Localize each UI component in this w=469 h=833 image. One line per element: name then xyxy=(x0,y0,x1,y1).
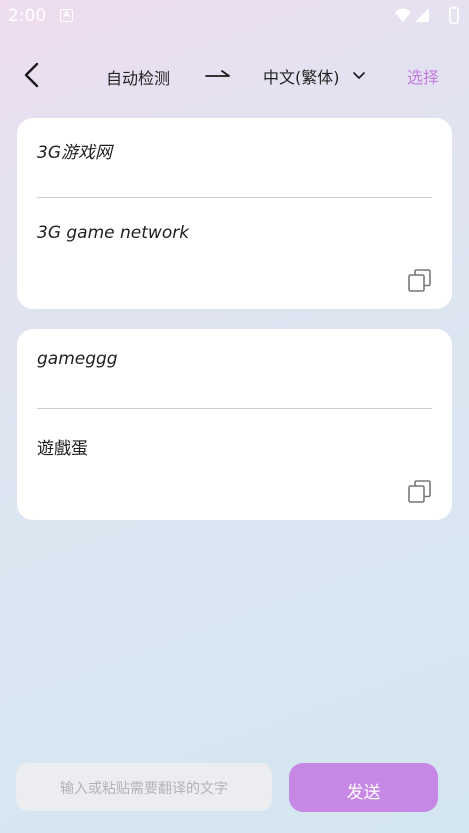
divider xyxy=(37,197,432,198)
source-text: 3G游戏网 xyxy=(37,143,112,163)
translation-text: 3G game network xyxy=(37,223,190,243)
status-bar: 2:00 A xyxy=(0,0,469,32)
divider xyxy=(37,408,432,409)
target-language-dropdown[interactable]: 中文(繁体) xyxy=(263,64,365,87)
right-arrow-icon xyxy=(205,70,230,77)
wifi-icon xyxy=(395,8,411,22)
send-button[interactable]: 发送 xyxy=(289,763,438,812)
battery-icon xyxy=(449,7,459,24)
notification-icon: A xyxy=(60,9,73,22)
status-icons xyxy=(395,6,459,24)
signal-icon xyxy=(415,8,429,22)
input-placeholder: 输入或粘贴需要翻译的文字 xyxy=(60,781,228,797)
copy-icon[interactable] xyxy=(407,268,433,294)
translation-card: 3G游戏网 3G game network xyxy=(17,118,452,309)
send-button-label: 发送 xyxy=(346,783,381,803)
copy-icon[interactable] xyxy=(407,479,433,505)
text-input[interactable]: 输入或粘贴需要翻译的文字 xyxy=(16,763,272,811)
translation-text: 遊戲蛋 xyxy=(37,439,88,459)
source-language-button[interactable]: 自动检测 xyxy=(106,65,170,89)
translation-card: gameggg 遊戲蛋 xyxy=(17,329,452,520)
back-arrow-icon[interactable] xyxy=(18,60,48,90)
source-text: gameggg xyxy=(37,349,118,369)
chevron-down-icon xyxy=(352,72,365,79)
select-button[interactable]: 选择 xyxy=(407,64,439,88)
header: 自动检测 中文(繁体) 选择 xyxy=(0,52,469,98)
target-language-label: 中文(繁体) xyxy=(263,68,340,87)
status-time: 2:00 xyxy=(8,6,47,26)
